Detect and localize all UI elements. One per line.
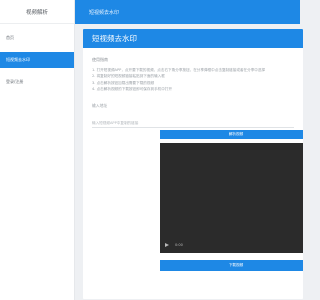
url-input-label: 输入地址 bbox=[92, 103, 108, 109]
video-player[interactable]: 0:00 bbox=[160, 143, 303, 254]
card-title: 短视频去水印 bbox=[83, 29, 303, 48]
main-content: 短视频去水印 使用指南 1. 打开短视频APP，点开要下载的视频，点击右下角分享… bbox=[75, 24, 303, 300]
usage-guide-label: 使用指南 bbox=[92, 57, 108, 62]
tool-card: 短视频去水印 使用指南 1. 打开短视频APP，点开要下载的视频，点击右下角分享… bbox=[83, 29, 303, 299]
play-icon[interactable] bbox=[165, 243, 169, 248]
usage-steps: 1. 打开短视频APP，点开要下载的视频，点击右下角分享按钮，在分享弹框中点击复… bbox=[92, 67, 294, 92]
video-controls: 0:00 bbox=[160, 237, 303, 253]
url-input[interactable] bbox=[92, 119, 294, 129]
sidebar-item-watermark-removal[interactable]: 短视频去水印 bbox=[0, 52, 74, 68]
sidebar-title: 视频解析 bbox=[0, 0, 74, 24]
sidebar: 视频解析 首页 短视频去水印 登录/注册 bbox=[0, 0, 75, 300]
card-body: 使用指南 1. 打开短视频APP，点开要下载的视频，点击右下角分享按钮，在分享弹… bbox=[83, 48, 303, 272]
download-video-button[interactable]: 下载视频 bbox=[160, 260, 303, 272]
top-bar: 短视频去水印 bbox=[75, 0, 300, 24]
app-root: 视频解析 首页 短视频去水印 登录/注册 短视频去水印 短视频去水印 使用指南 … bbox=[0, 0, 303, 300]
sidebar-item-home[interactable]: 首页 bbox=[0, 30, 74, 46]
sidebar-item-login[interactable]: 登录/注册 bbox=[0, 74, 74, 90]
usage-step: 4. 点击解析视频的下载按钮即可保存到手机中打开 bbox=[92, 86, 173, 91]
top-bar-title: 短视频去水印 bbox=[89, 9, 120, 16]
video-time: 0:00 bbox=[175, 243, 183, 248]
parse-video-button[interactable]: 解析视频 bbox=[160, 130, 303, 140]
